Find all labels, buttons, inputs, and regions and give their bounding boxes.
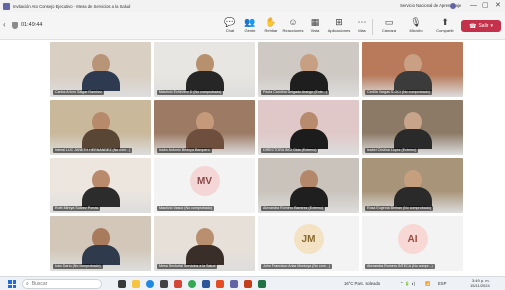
clock[interactable]: 3:49 p. m. 15/11/2024 bbox=[470, 278, 490, 288]
app-icon[interactable] bbox=[216, 280, 224, 288]
windows-taskbar: ⌕ 16°C Parc. soleado ⌃ 🔋 ◖) 📶 ESP 3:49 p… bbox=[0, 276, 505, 290]
chrome-icon[interactable] bbox=[188, 280, 196, 288]
participant-video-person bbox=[185, 228, 224, 265]
microphone-icon: 🎙 bbox=[410, 17, 422, 27]
participant-tile[interactable]: Cecilia Vargas S-OCI (No comprobado) bbox=[362, 42, 463, 97]
camera-icon: ▭ bbox=[384, 17, 394, 27]
participant-tile[interactable]: Mauricio Echevero D (No comprobado) bbox=[154, 42, 255, 97]
participant-name-label: Iván Darío (No comprobado) bbox=[53, 264, 103, 269]
participant-tile[interactable]: AI Alexandra Romero INTECA (No compr...) bbox=[362, 216, 463, 271]
participant-name-label: Isidro Antonio Bedoya Barquero bbox=[157, 148, 212, 153]
participant-tile[interactable]: Interal LUC JANETH HERNÁNDEZ (No com...) bbox=[50, 100, 151, 155]
participant-video-person bbox=[81, 54, 120, 91]
participant-video-person bbox=[289, 170, 328, 207]
participant-video-person bbox=[393, 170, 432, 207]
minimize-button[interactable]: — bbox=[470, 1, 477, 11]
chevron-down-icon: ▾ bbox=[490, 23, 493, 29]
participant-name-label: Carlos Arturo Salgar Ramírez bbox=[53, 90, 104, 95]
participant-video-person bbox=[185, 54, 224, 91]
share-button[interactable]: ⬆ Compartir bbox=[432, 17, 458, 34]
participant-tile[interactable]: Isidro Antonio Bedoya Barquero bbox=[154, 100, 255, 155]
teams-icon[interactable] bbox=[230, 280, 238, 288]
participant-name-label: Alexandra Romero INTECA (No compr...) bbox=[365, 264, 435, 269]
windows-start-icon[interactable] bbox=[8, 280, 16, 288]
excel-icon[interactable] bbox=[258, 280, 266, 288]
participant-tile[interactable]: Rosa Eugenia Beltran (No comprobado) bbox=[362, 158, 463, 213]
participant-name-label: Isabel Cristina Lopez (Externo) bbox=[365, 148, 419, 153]
close-button[interactable]: ✕ bbox=[495, 1, 501, 11]
system-tray-icons[interactable]: ⌃ 🔋 ◖) bbox=[400, 281, 415, 287]
participant-name-label: Paola Carolina Delgado Arango (Exte...) bbox=[261, 90, 329, 95]
participant-tile[interactable]: Isabel Cristina Lopez (Externo) bbox=[362, 100, 463, 155]
participant-video-person bbox=[81, 170, 120, 207]
participant-video-person bbox=[289, 112, 328, 149]
participant-tile[interactable]: Alexandra Romero Ramírez (Externo) bbox=[258, 158, 359, 213]
participant-name-label: Cecilia Vargas S-OCI (No comprobado) bbox=[365, 90, 432, 95]
participant-name-label: Ruth Mireya Suarez Porras bbox=[53, 206, 101, 211]
phone-icon: ☎ bbox=[468, 23, 477, 30]
camera-button[interactable]: ▭ Cámara bbox=[376, 17, 402, 34]
participant-name-label: DIRECTORA INCI Gida (Externo) bbox=[261, 148, 319, 153]
participant-name-label: John Francisco Arias Montoya (No com...) bbox=[261, 264, 332, 269]
participant-video-person bbox=[289, 54, 328, 91]
participant-name-label: Mesa Sectorial Servicios a la Salud bbox=[157, 264, 218, 269]
edge-icon[interactable] bbox=[146, 280, 154, 288]
taskbar-search[interactable]: ⌕ bbox=[22, 279, 102, 289]
language-indicator[interactable]: ESP bbox=[438, 281, 446, 286]
participant-avatar: MV bbox=[189, 166, 220, 197]
participant-name-label: Mauricio Vasco (No comprobado) bbox=[157, 206, 215, 211]
participant-tile[interactable]: JM John Francisco Arias Montoya (No com..… bbox=[258, 216, 359, 271]
participant-avatar: JM bbox=[293, 224, 324, 255]
store-icon[interactable] bbox=[160, 280, 168, 288]
leave-button[interactable]: ☎ Salir ▾ bbox=[461, 20, 501, 32]
participant-tile[interactable]: Ruth Mireya Suarez Porras bbox=[50, 158, 151, 213]
participant-tile[interactable]: DIRECTORA INCI Gida (Externo) bbox=[258, 100, 359, 155]
participant-video-person bbox=[81, 112, 120, 149]
search-input[interactable] bbox=[31, 281, 92, 287]
view-button[interactable]: ▦ Vista bbox=[302, 17, 328, 34]
back-arrow-icon[interactable]: ‹ bbox=[3, 20, 6, 29]
participant-video-person bbox=[393, 112, 432, 149]
participant-video-person bbox=[81, 228, 120, 265]
task-view-icon[interactable] bbox=[118, 280, 126, 288]
profile-avatar-icon[interactable] bbox=[450, 3, 456, 9]
participant-video-person bbox=[393, 54, 432, 91]
word-icon[interactable] bbox=[202, 280, 210, 288]
meeting-timer: 01:49:44 bbox=[21, 22, 43, 28]
search-icon: ⌕ bbox=[26, 281, 29, 287]
participant-name-label: Mauricio Echevero D (No comprobado) bbox=[157, 90, 224, 95]
shield-icon bbox=[12, 22, 18, 29]
participant-tile[interactable]: Iván Darío (No comprobado) bbox=[50, 216, 151, 271]
participant-name-label: Alexandra Romero Ramírez (Externo) bbox=[261, 206, 326, 211]
window-title: Invitación Ato Consejo Ejecutivo · Mesa … bbox=[13, 3, 131, 9]
teams-logo-icon bbox=[3, 2, 10, 10]
participant-avatar: AI bbox=[397, 224, 428, 255]
wifi-icon[interactable]: 📶 bbox=[425, 281, 430, 287]
participant-tile[interactable]: Mesa Sectorial Servicios a la Salud bbox=[154, 216, 255, 271]
weather-widget[interactable]: 16°C Parc. soleado bbox=[344, 281, 380, 286]
microphone-button[interactable]: 🎙 Micrófo bbox=[403, 17, 429, 34]
participant-tile[interactable]: Carlos Arturo Salgar Ramírez bbox=[50, 42, 151, 97]
participant-tile[interactable]: MV Mauricio Vasco (No comprobado) bbox=[154, 158, 255, 213]
participant-tile[interactable]: Paola Carolina Delgado Arango (Exte...) bbox=[258, 42, 359, 97]
maximize-button[interactable]: ▢ bbox=[482, 1, 489, 11]
meeting-toolbar: ‹ 01:49:44 💬 Chat 👥 Gente ✋ Rehtiar ☺ Re… bbox=[0, 12, 505, 40]
file-explorer-icon[interactable] bbox=[132, 280, 140, 288]
mail-icon[interactable] bbox=[174, 280, 182, 288]
participant-video-person bbox=[185, 112, 224, 149]
participant-name-label: Rosa Eugenia Beltran (No comprobado) bbox=[365, 206, 433, 211]
powerpoint-icon[interactable] bbox=[244, 280, 252, 288]
window-title-bar: Invitación Ato Consejo Ejecutivo · Mesa … bbox=[0, 0, 505, 12]
participant-name-label: Interal LUC JANETH HERNÁNDEZ (No com...) bbox=[53, 148, 133, 153]
view-icon: ▦ bbox=[310, 17, 320, 27]
toolbar-divider bbox=[372, 19, 373, 35]
share-icon: ⬆ bbox=[441, 17, 449, 27]
